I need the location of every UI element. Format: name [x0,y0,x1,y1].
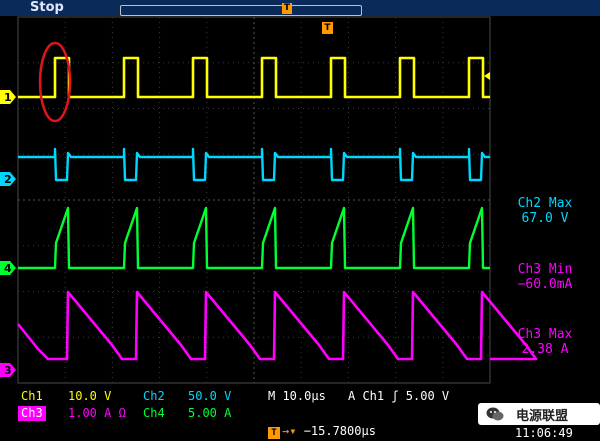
measurement-label: Ch2 Max [517,196,573,211]
ch4-marker-label: 4 [4,262,12,275]
ch2-ground-marker[interactable]: 2 [0,172,16,186]
measurement-value: 2.38 A [521,342,569,357]
wechat-icon [486,407,504,421]
trigger-level-icon [484,72,490,80]
record-position-bar[interactable] [120,5,362,16]
trigger-position-icon[interactable]: T [282,3,292,14]
acquisition-state: Stop [30,0,64,15]
measurement-label: Ch3 Min [517,262,573,277]
ch2-marker-label: 2 [4,173,12,186]
ch4-ground-marker[interactable]: 4 [0,261,16,275]
ch3-marker-label: 3 [4,364,12,377]
measurement-readout: Ch3 Min −60.0mA [490,262,600,292]
watermark-text: 电源联盟 [516,409,569,424]
ch4-scale[interactable]: 5.00 A [185,406,234,421]
watermark: 电源联盟 [478,403,600,425]
ch1-marker-label: 1 [4,91,12,104]
ch3-scale[interactable]: 1.00 A Ω [65,406,129,421]
trigger-offset-arrow-icon: →▾ [282,424,297,438]
time-readout: 11:06:49 [515,426,573,440]
ch1-scale[interactable]: 10.0 V [65,389,114,404]
ch2-label[interactable]: Ch2 [140,389,168,404]
measurement-value: −60.0mA [517,277,573,292]
trigger-offset[interactable]: T →▾ −15.7800µs [268,424,376,439]
ch3-waveform [16,290,538,361]
ch3-ground-marker[interactable]: 3 [0,363,16,377]
ch4-label[interactable]: Ch4 [140,406,168,421]
measurement-readout: Ch2 Max 67.0 V [490,196,600,226]
top-status-bar: Stop T [0,0,600,16]
ch1-ground-marker[interactable]: 1 [0,90,16,104]
trigger-offset-value: −15.7800µs [303,424,376,438]
trigger-t-icon: T [268,427,280,439]
measurement-readout: Ch3 Max 2.38 A [490,327,600,357]
measurement-value: 67.0 V [521,211,569,226]
ch2-scale[interactable]: 50.0 V [185,389,234,404]
ch1-label[interactable]: Ch1 [18,389,46,404]
ch3-label[interactable]: Ch3 [18,406,46,421]
trigger-setting[interactable]: A Ch1 ʃ 5.00 V [345,389,452,404]
trigger-point-marker: T [322,22,333,34]
measurement-label: Ch3 Max [517,327,573,342]
timebase[interactable]: M 10.0µs [265,389,329,404]
